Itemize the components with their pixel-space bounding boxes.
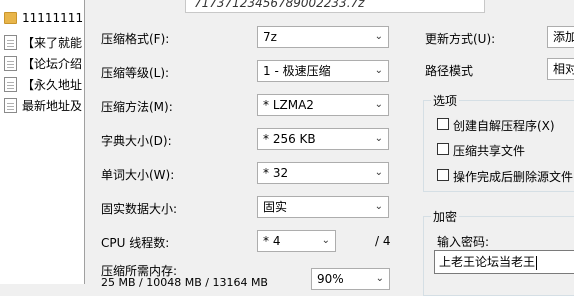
- update-mode-label: 更新方式(U):: [425, 32, 496, 46]
- path-mode-label: 路径模式: [425, 64, 474, 78]
- chevron-down-icon: ⌄: [375, 273, 384, 284]
- shared-files-checkbox[interactable]: [437, 143, 449, 155]
- word-size-value: * 32: [263, 166, 289, 180]
- dictionary-size-select[interactable]: * 256 KB ⌄: [257, 128, 389, 150]
- chevron-down-icon: ⌄: [374, 65, 383, 76]
- text-file-icon: [4, 76, 17, 92]
- list-item[interactable]: 11111111: [0, 8, 84, 28]
- format-select[interactable]: 7z ⌄: [257, 26, 389, 48]
- text-caret: [536, 255, 538, 270]
- list-item-label: 11111111: [22, 11, 84, 25]
- list-item[interactable]: 【永久地址: [0, 74, 84, 94]
- word-size-select[interactable]: * 32 ⌄: [257, 162, 389, 184]
- cpu-threads-max: / 4: [375, 234, 391, 248]
- sfx-checkbox[interactable]: [437, 118, 449, 130]
- delete-after-label: 操作完成后删除源文件: [453, 170, 574, 184]
- method-label: 压缩方法(M):: [101, 100, 173, 114]
- level-select[interactable]: 1 - 极速压缩 ⌄: [257, 60, 389, 82]
- list-item-label: 【论坛介绍: [22, 56, 83, 71]
- list-item[interactable]: 【来了就能: [0, 32, 84, 52]
- path-mode-select[interactable]: 相对: [547, 58, 574, 80]
- archive-path-input[interactable]: 717371234567890022​33.7z: [185, 0, 485, 13]
- delete-after-checkbox[interactable]: [437, 169, 449, 181]
- shared-files-label: 压缩共享文件: [453, 144, 526, 158]
- solid-block-value: 固实: [263, 200, 288, 214]
- file-list-panel: 11111111 【来了就能 【论坛介绍 【永久地址 最新地址及: [0, 0, 84, 284]
- list-item-label: 【来了就能: [22, 35, 83, 50]
- list-item[interactable]: 最新地址及: [0, 95, 84, 115]
- update-mode-value: 添加: [553, 30, 574, 44]
- list-item-label: 【永久地址: [22, 77, 83, 92]
- method-select[interactable]: * LZMA2 ⌄: [257, 94, 389, 116]
- update-mode-select[interactable]: 添加: [547, 26, 574, 48]
- password-input[interactable]: 上老王论坛当老王: [434, 250, 574, 274]
- format-value: 7z: [263, 30, 277, 44]
- path-mode-value: 相对: [553, 62, 574, 76]
- format-label: 压缩格式(F):: [101, 32, 170, 46]
- cpu-threads-label: CPU 线程数:: [101, 236, 170, 250]
- text-file-icon: [4, 34, 17, 50]
- password-label: 输入密码:: [437, 235, 490, 249]
- add-to-archive-dialog: 717371234567890022​33.7z 压缩格式(F): 压缩等级(L…: [84, 0, 574, 296]
- dictionary-size-label: 字典大小(D):: [101, 134, 172, 148]
- encryption-title: 加密: [431, 208, 460, 225]
- list-item-label: 最新地址及: [22, 98, 83, 113]
- chevron-down-icon: ⌄: [321, 235, 330, 246]
- password-value: 上老王论坛当老王: [439, 255, 536, 269]
- cpu-threads-select[interactable]: * 4 ⌄: [257, 230, 336, 252]
- options-title: 选项: [431, 92, 460, 109]
- solid-block-label: 固实数据大小:: [101, 202, 178, 216]
- level-value: 1 - 极速压缩: [263, 64, 331, 78]
- chevron-down-icon: ⌄: [374, 99, 383, 110]
- solid-block-select[interactable]: 固实 ⌄: [257, 196, 389, 218]
- dictionary-size-value: * 256 KB: [263, 132, 316, 146]
- chevron-down-icon: ⌄: [374, 31, 383, 42]
- word-size-label: 单词大小(W):: [101, 168, 175, 182]
- chevron-down-icon: ⌄: [374, 167, 383, 178]
- text-file-icon: [4, 55, 17, 71]
- method-value: * LZMA2: [263, 98, 314, 112]
- text-file-icon: [4, 97, 17, 113]
- memory-usage-value: 25 MB / 10048 MB / 13164 MB: [101, 276, 268, 289]
- folder-icon: [4, 12, 17, 24]
- chevron-down-icon: ⌄: [374, 201, 383, 212]
- sfx-label: 创建自解压程序(X): [453, 119, 555, 133]
- chevron-down-icon: ⌄: [374, 133, 383, 144]
- cpu-threads-value: * 4: [263, 234, 281, 248]
- memory-percent-select[interactable]: 90% ⌄: [311, 268, 390, 290]
- level-label: 压缩等级(L):: [101, 66, 170, 80]
- list-item[interactable]: 【论坛介绍: [0, 53, 84, 73]
